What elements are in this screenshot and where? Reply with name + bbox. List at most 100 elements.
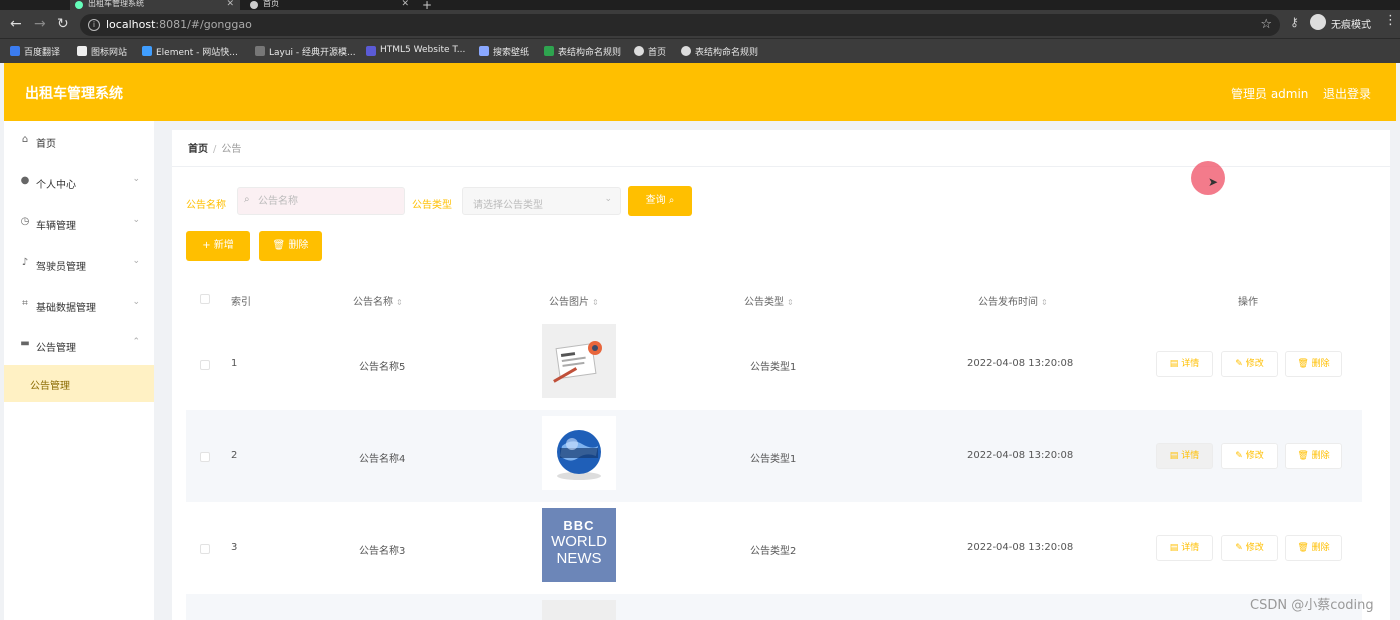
home-icon: ⌂ (21, 134, 29, 145)
browser-menu-icon[interactable]: ⋮ (1384, 13, 1397, 28)
sort-icon[interactable]: ⇕ (787, 298, 794, 307)
browser-tabbar: 出租车管理系统 ✕ 首页 ✕ + (0, 0, 1400, 12)
row-delete-button[interactable]: 🗑 删除 (1285, 535, 1342, 561)
sort-icon[interactable]: ⇕ (1041, 298, 1048, 307)
notice-name-field[interactable]: ⌕ (237, 187, 405, 215)
detail-button[interactable]: ▤ 详情 (1156, 351, 1213, 377)
key-icon[interactable]: ⚷ (1290, 15, 1299, 29)
address-bar[interactable]: i localhost:8081/#/gonggao ☆ (80, 14, 1280, 36)
bookmark-item[interactable]: 图标网站 (77, 45, 127, 58)
breadcrumb-home[interactable]: 首页 (188, 144, 208, 155)
watermark: CSDN @小蔡coding (1250, 598, 1374, 613)
sidebar-item-home[interactable]: ⌂ 首页 (4, 121, 154, 161)
delete-button[interactable]: 🗑 删除 (259, 231, 322, 261)
image-text-world: WORLD (551, 533, 607, 550)
sidebar-item-vehicles[interactable]: ◷ 车辆管理 ⌄ (4, 203, 154, 243)
bookmark-star-icon[interactable]: ☆ (1260, 17, 1272, 32)
header-ops: 操作 (1238, 297, 1258, 308)
briefcase-icon: ▬ (20, 338, 30, 349)
cell-name: 公告名称5 (359, 362, 406, 373)
tab-close-icon[interactable]: ✕ (226, 0, 234, 9)
notice-type-select[interactable]: 请选择公告类型 ⌄ (462, 187, 621, 215)
element-icon (142, 46, 152, 56)
bookmark-item[interactable]: 搜索壁纸 (479, 45, 529, 58)
sort-icon[interactable]: ⇕ (396, 298, 403, 307)
add-button[interactable]: + 新增 (186, 231, 250, 261)
cell-type: 公告类型1 (750, 454, 797, 465)
sidebar-item-notices[interactable]: ▬ 公告管理 ⌃ (4, 325, 154, 365)
chevron-up-icon: ⌃ (132, 337, 140, 347)
bookmark-item[interactable]: Element - 网站快... (142, 45, 238, 58)
sidebar-item-profile[interactable]: ● 个人中心 ⌄ (4, 162, 154, 202)
header-image[interactable]: 公告图片 ⇕ (549, 293, 599, 308)
forward-icon[interactable]: → (34, 16, 46, 32)
sidebar: ⌂ 首页 ● 个人中心 ⌄ ◷ 车辆管理 ⌄ ♪ 驾驶员管理 ⌄ ⌗ 基础数据管… (4, 121, 154, 620)
bookmark-item[interactable]: 表结构命名规则 (681, 45, 758, 58)
browser-tab-active[interactable]: 出租车管理系统 ✕ (70, 0, 240, 10)
bookmark-item[interactable]: HTML5 Website T... (366, 45, 465, 56)
trash-icon: 🗑 (1297, 451, 1309, 461)
chevron-down-icon: ⌄ (604, 194, 612, 204)
incognito-icon[interactable] (1310, 14, 1326, 30)
browser-toolbar: ← → ↻ i localhost:8081/#/gonggao ☆ (0, 10, 1400, 38)
bookmark-item[interactable]: 百度翻译 (10, 45, 60, 58)
tab-title: 首页 (263, 0, 279, 8)
chevron-down-icon: ⌄ (132, 297, 140, 307)
select-placeholder: 请选择公告类型 (473, 200, 543, 211)
row-checkbox[interactable] (200, 360, 210, 370)
delete-button-label: 删除 (288, 240, 309, 251)
news-paper-image (542, 324, 616, 398)
detail-button[interactable]: ▤ 详情 (1156, 535, 1213, 561)
tab-close-icon[interactable]: ✕ (401, 0, 409, 9)
header-name[interactable]: 公告名称 ⇕ (353, 293, 403, 308)
search-icon: ⌕ (244, 194, 250, 205)
query-button[interactable]: 查询 ⌕ (628, 186, 692, 216)
cell-type: 公告类型1 (750, 362, 797, 373)
logout-link[interactable]: 退出登录 (1323, 85, 1371, 102)
sidebar-item-label: 车辆管理 (36, 221, 76, 232)
header-type[interactable]: 公告类型 ⇕ (744, 293, 794, 308)
cursor-icon: ➤ (1208, 175, 1219, 189)
header-time[interactable]: 公告发布时间 ⇕ (978, 293, 1048, 308)
globe-icon (681, 46, 691, 56)
notice-name-label: 公告名称 (186, 200, 226, 211)
cell-time: 2022-04-08 13:20:08 (967, 358, 1074, 369)
bookmark-item[interactable]: 首页 (634, 45, 666, 58)
sidebar-item-label: 公告管理 (36, 343, 76, 354)
sidebar-subitem-label: 公告管理 (30, 381, 70, 392)
bookmark-item[interactable]: Layui - 经典开源模... (255, 45, 356, 58)
edit-icon: ✎ (1235, 543, 1243, 553)
sort-icon[interactable]: ⇕ (592, 298, 599, 307)
detail-button[interactable]: ▤ 详情 (1156, 443, 1213, 469)
cell-time: 2022-04-08 13:20:08 (967, 450, 1074, 461)
row-checkbox[interactable] (200, 544, 210, 554)
tab-favicon-icon (75, 1, 83, 9)
notice-name-input[interactable] (258, 193, 398, 209)
table-row: 2 公告名称4 公告类型1 2022-04-08 13:20:08 ▤ 详情 ✎… (186, 410, 1362, 502)
sidebar-item-drivers[interactable]: ♪ 驾驶员管理 ⌄ (4, 244, 154, 284)
edit-button[interactable]: ✎ 修改 (1221, 351, 1278, 377)
row-image (542, 600, 616, 620)
app-title: 出租车管理系统 (25, 86, 123, 102)
browser-tab[interactable]: 首页 ✕ (245, 0, 415, 10)
reload-icon[interactable]: ↻ (57, 16, 69, 32)
layui-icon (255, 46, 265, 56)
edit-button[interactable]: ✎ 修改 (1221, 443, 1278, 469)
add-button-label: 新增 (213, 240, 234, 251)
plus-icon: + (202, 240, 211, 251)
select-all-checkbox[interactable] (200, 294, 210, 304)
table-icon (544, 46, 554, 56)
sidebar-subitem-notices[interactable]: 公告管理 (4, 365, 154, 402)
back-icon[interactable]: ← (10, 16, 22, 32)
edit-button[interactable]: ✎ 修改 (1221, 535, 1278, 561)
bookmark-item[interactable]: 表结构命名规则 (544, 45, 621, 58)
sidebar-item-base-data[interactable]: ⌗ 基础数据管理 ⌄ (4, 285, 154, 325)
row-checkbox[interactable] (200, 452, 210, 462)
cell-index: 3 (231, 542, 238, 553)
cell-name: 公告名称4 (359, 454, 406, 465)
row-delete-button[interactable]: 🗑 删除 (1285, 351, 1342, 377)
chevron-down-icon: ⌄ (132, 256, 140, 266)
doc-icon: ▤ (1169, 543, 1179, 553)
site-info-icon[interactable]: i (88, 19, 100, 31)
row-delete-button[interactable]: 🗑 删除 (1285, 443, 1342, 469)
